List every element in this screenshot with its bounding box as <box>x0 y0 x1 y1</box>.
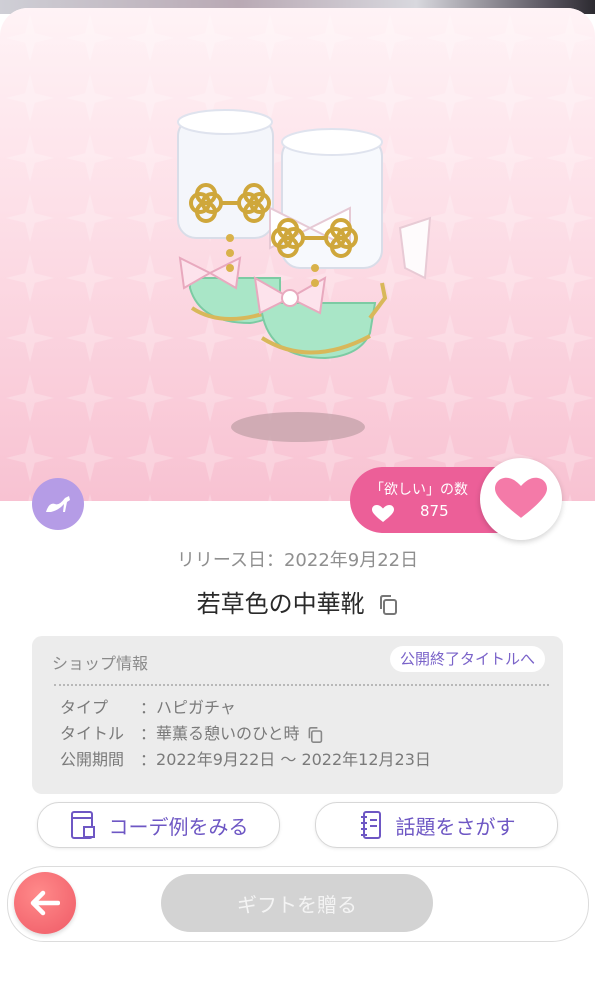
copy-icon[interactable] <box>378 594 398 616</box>
shop-info-box: ショップ情報 公開終了タイトルへ タイプ ：ハピガチャ タイトル ：華薫る憩いのひと… <box>32 636 563 794</box>
copy-icon[interactable] <box>307 726 323 744</box>
search-topic-label: 話題をさがす <box>395 814 516 839</box>
send-gift-button[interactable]: ギフトを贈る <box>161 874 433 932</box>
item-preview-area <box>0 8 595 501</box>
info-key: 公開期間 <box>60 750 125 769</box>
want-label: 「欲しい」の数 <box>370 482 468 498</box>
info-row-title: タイトル ：華薫る憩いのひと時 <box>60 720 323 744</box>
info-row-period: 公開期間 ：2022年9月22日 〜 2022年12月23日 <box>60 746 431 770</box>
item-detail-card: 「欲しい」の数 875 リリース日：2022年9月22日 若草色の中華靴 ショッ… <box>0 8 595 999</box>
coordinate-example-button[interactable]: コーデ例をみる <box>37 802 280 848</box>
divider <box>54 684 549 686</box>
info-value: 華薫る憩いのひと時 <box>156 724 300 743</box>
item-image <box>177 109 432 360</box>
info-key: タイトル <box>60 724 125 743</box>
info-row-type: タイプ ：ハピガチャ <box>60 694 236 718</box>
shoe-category-badge <box>32 478 84 530</box>
info-key: タイプ <box>60 698 109 717</box>
item-shadow <box>231 412 365 442</box>
coordinate-icon <box>70 811 95 839</box>
item-name-row: 若草色の中華靴 <box>0 584 595 619</box>
release-date: リリース日：2022年9月22日 <box>176 550 419 571</box>
heart-small-icon <box>372 505 394 522</box>
coordinate-example-label: コーデ例をみる <box>108 814 249 839</box>
shop-info-title: ショップ情報 <box>52 654 149 673</box>
search-topic-button[interactable]: 話題をさがす <box>315 802 558 848</box>
back-button[interactable] <box>14 872 76 934</box>
heart-icon <box>495 477 547 518</box>
arrow-left-icon <box>30 890 60 916</box>
want-count: 875 <box>420 502 449 520</box>
info-value: 2022年9月22日 〜 2022年12月23日 <box>156 750 431 769</box>
send-gift-label: ギフトを贈る <box>237 892 357 917</box>
shoe-icon <box>46 496 70 512</box>
info-value: ハピガチャ <box>156 698 236 717</box>
want-heart-button[interactable] <box>480 458 562 540</box>
ended-title-link[interactable]: 公開終了タイトルへ <box>389 646 545 672</box>
item-name: 若草色の中華靴 <box>196 590 365 618</box>
notebook-icon <box>360 811 381 839</box>
